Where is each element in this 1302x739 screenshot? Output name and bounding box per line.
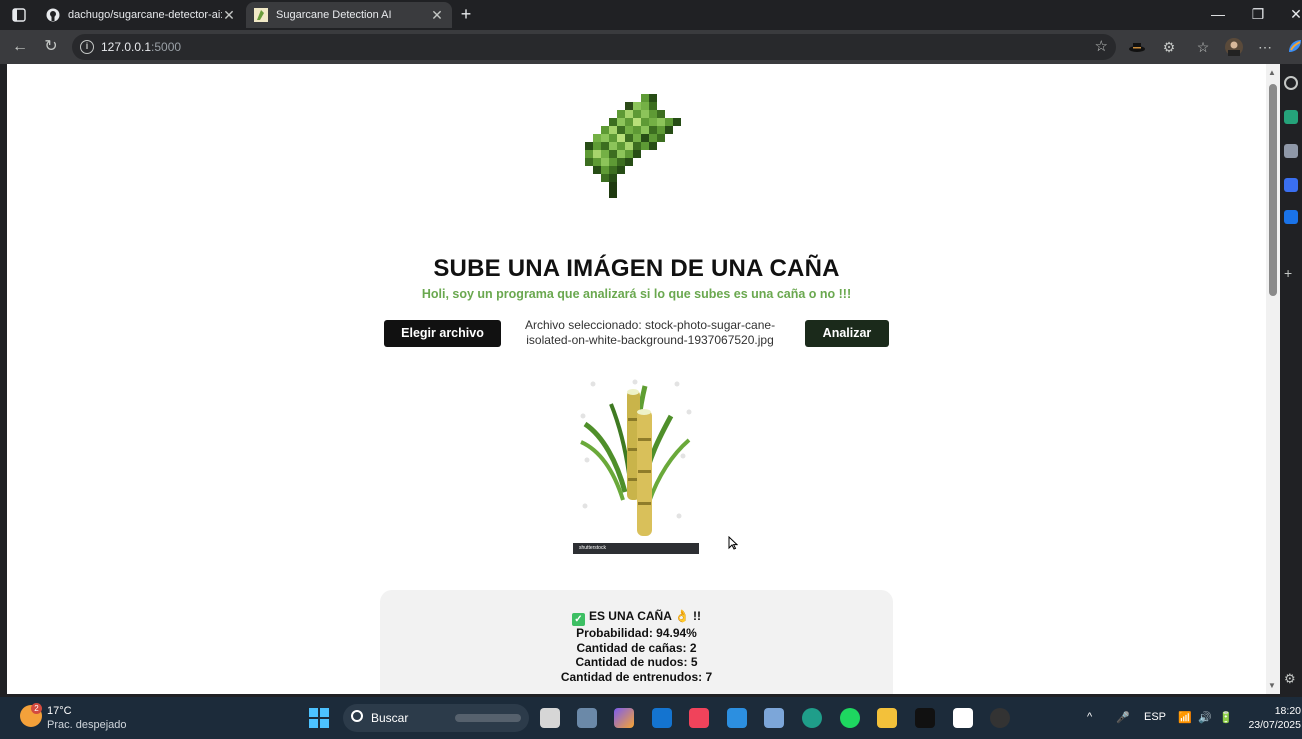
search-icon (351, 710, 363, 722)
music-icon[interactable] (689, 708, 709, 728)
avatar[interactable] (1225, 38, 1243, 56)
clock-time: 18:20 (1274, 705, 1301, 717)
battery-icon[interactable]: 🔋 (1219, 711, 1233, 724)
language-indicator[interactable]: ESP (1144, 711, 1166, 723)
tab-label: dachugo/sugarcane-detector-ai: (68, 9, 222, 21)
uploaded-image-preview: shutterstock (573, 376, 699, 554)
tab-label: Sugarcane Detection AI (276, 9, 392, 21)
result-canes: Cantidad de cañas: 2 (576, 640, 697, 655)
taskbar-search[interactable]: Buscar (343, 704, 529, 732)
more-menu-icon[interactable]: ⋯ (1256, 38, 1274, 56)
maximize-icon[interactable]: ❐ (1248, 6, 1268, 23)
notepad-icon[interactable] (764, 708, 784, 728)
result-internodes: Cantidad de entrenudos: 7 (560, 669, 713, 684)
reload-icon[interactable]: ↻ (41, 37, 61, 57)
taskbar-clock[interactable]: 18:20 23/07/2025 (1247, 704, 1301, 732)
profile-hat-icon[interactable] (1128, 38, 1146, 56)
selected-file-label: Archivo seleccionado: stock-photo-sugar-… (524, 318, 776, 347)
mouse-cursor-icon (728, 535, 739, 550)
site-info-icon[interactable]: i (80, 40, 94, 54)
weather-badge: 2 (31, 703, 42, 714)
search-highlight (455, 714, 521, 722)
result-headline: ✓ ES UNA CAÑA 👌 !! (380, 609, 893, 626)
browser-toolbar: ← ↻ i 127.0.0.1:5000 ☆ ⚙ ☆ ⋯ (0, 30, 1302, 64)
back-icon[interactable]: ← (10, 37, 30, 57)
wifi-icon[interactable]: 📶 (1178, 711, 1192, 724)
clock-date: 23/07/2025 (1248, 719, 1301, 731)
edge-icon[interactable] (802, 708, 822, 728)
page-title: SUBE UNA IMÁGEN DE UNA CAÑA (433, 255, 840, 282)
settings-icon[interactable]: ⚙ (1284, 672, 1298, 686)
sugarcane-favicon-icon (254, 8, 268, 22)
tab-actions-icon[interactable] (10, 6, 28, 24)
analyze-button[interactable]: Analizar (805, 320, 889, 347)
new-tab-icon[interactable]: + (456, 5, 476, 25)
result-nodes: Cantidad de nudos: 5 (575, 655, 698, 669)
extensions-icon[interactable]: ⚙ (1160, 38, 1178, 56)
page-scrollbar[interactable]: ▲ ▼ (1266, 64, 1280, 694)
favorite-star-icon[interactable]: ☆ (1095, 37, 1108, 55)
address-bar[interactable]: i 127.0.0.1:5000 ☆ (72, 34, 1116, 60)
minimize-icon[interactable]: — (1208, 6, 1228, 22)
tray-expand-icon[interactable]: ^ (1087, 711, 1092, 723)
url-text: 127.0.0.1:5000 (101, 40, 182, 54)
weather-description[interactable]: Prac. despejado (47, 719, 127, 731)
scroll-thumb[interactable] (1269, 84, 1277, 296)
scroll-up-icon[interactable]: ▲ (1268, 68, 1276, 77)
tab-sugarcane[interactable]: Sugarcane Detection AI ✕ (246, 2, 452, 28)
favorites-icon[interactable]: ☆ (1194, 38, 1212, 56)
epic-games-icon[interactable] (915, 708, 935, 728)
page-subtitle: Holi, soy un programa que analizará si l… (421, 287, 852, 301)
games-icon[interactable] (1284, 178, 1298, 192)
obs-icon[interactable] (990, 708, 1010, 728)
weather-temperature[interactable]: 17°C (47, 705, 72, 717)
github-icon (46, 8, 60, 22)
window-close-icon[interactable]: ✕ (1286, 6, 1302, 23)
add-icon[interactable]: + (1284, 266, 1298, 280)
sugarcane-pixel-logo (577, 92, 697, 208)
close-icon[interactable]: ✕ (222, 7, 236, 24)
calculator-icon[interactable] (577, 708, 597, 728)
watermark-bar: shutterstock (573, 543, 699, 554)
tab-github[interactable]: dachugo/sugarcane-detector-ai: ✕ (38, 2, 244, 28)
choose-file-button[interactable]: Elegir archivo (384, 320, 501, 347)
vscode-icon[interactable] (727, 708, 747, 728)
search-icon[interactable] (1284, 76, 1298, 90)
volume-icon[interactable]: 🔊 (1198, 711, 1212, 724)
check-icon: ✓ (571, 613, 585, 626)
spotify-icon[interactable] (840, 708, 860, 728)
close-icon[interactable]: ✕ (430, 7, 444, 24)
result-probability: Probabilidad: 94.94% (576, 626, 697, 640)
task-view-icon[interactable] (540, 708, 560, 728)
file-explorer-icon[interactable] (877, 708, 897, 728)
chatgpt-icon[interactable] (1284, 110, 1298, 124)
windows-start-icon[interactable] (309, 708, 329, 728)
outlook-icon[interactable] (1284, 210, 1298, 224)
notion-icon[interactable] (953, 708, 973, 728)
copilot-icon[interactable] (1286, 38, 1302, 56)
page-viewport: SUBE UNA IMÁGEN DE UNA CAÑA Holi, soy un… (7, 64, 1266, 694)
microphone-icon[interactable]: 🎤 (1116, 711, 1130, 724)
browser-tab-bar: dachugo/sugarcane-detector-ai: ✕ Sugarca… (0, 0, 1302, 30)
search-label: Buscar (371, 711, 409, 725)
windows-taskbar: 2 17°C Prac. despejado Buscar ^ 🎤 ESP 📶 … (0, 697, 1302, 739)
people-icon[interactable] (1284, 144, 1298, 158)
edge-sidebar: + ⚙ (1280, 64, 1302, 694)
copilot-app-icon[interactable] (614, 708, 634, 728)
result-panel: ✓ ES UNA CAÑA 👌 !! Probabilidad: 94.94% C… (380, 590, 893, 694)
outlook-app-icon[interactable] (652, 708, 672, 728)
scroll-down-icon[interactable]: ▼ (1268, 681, 1276, 690)
